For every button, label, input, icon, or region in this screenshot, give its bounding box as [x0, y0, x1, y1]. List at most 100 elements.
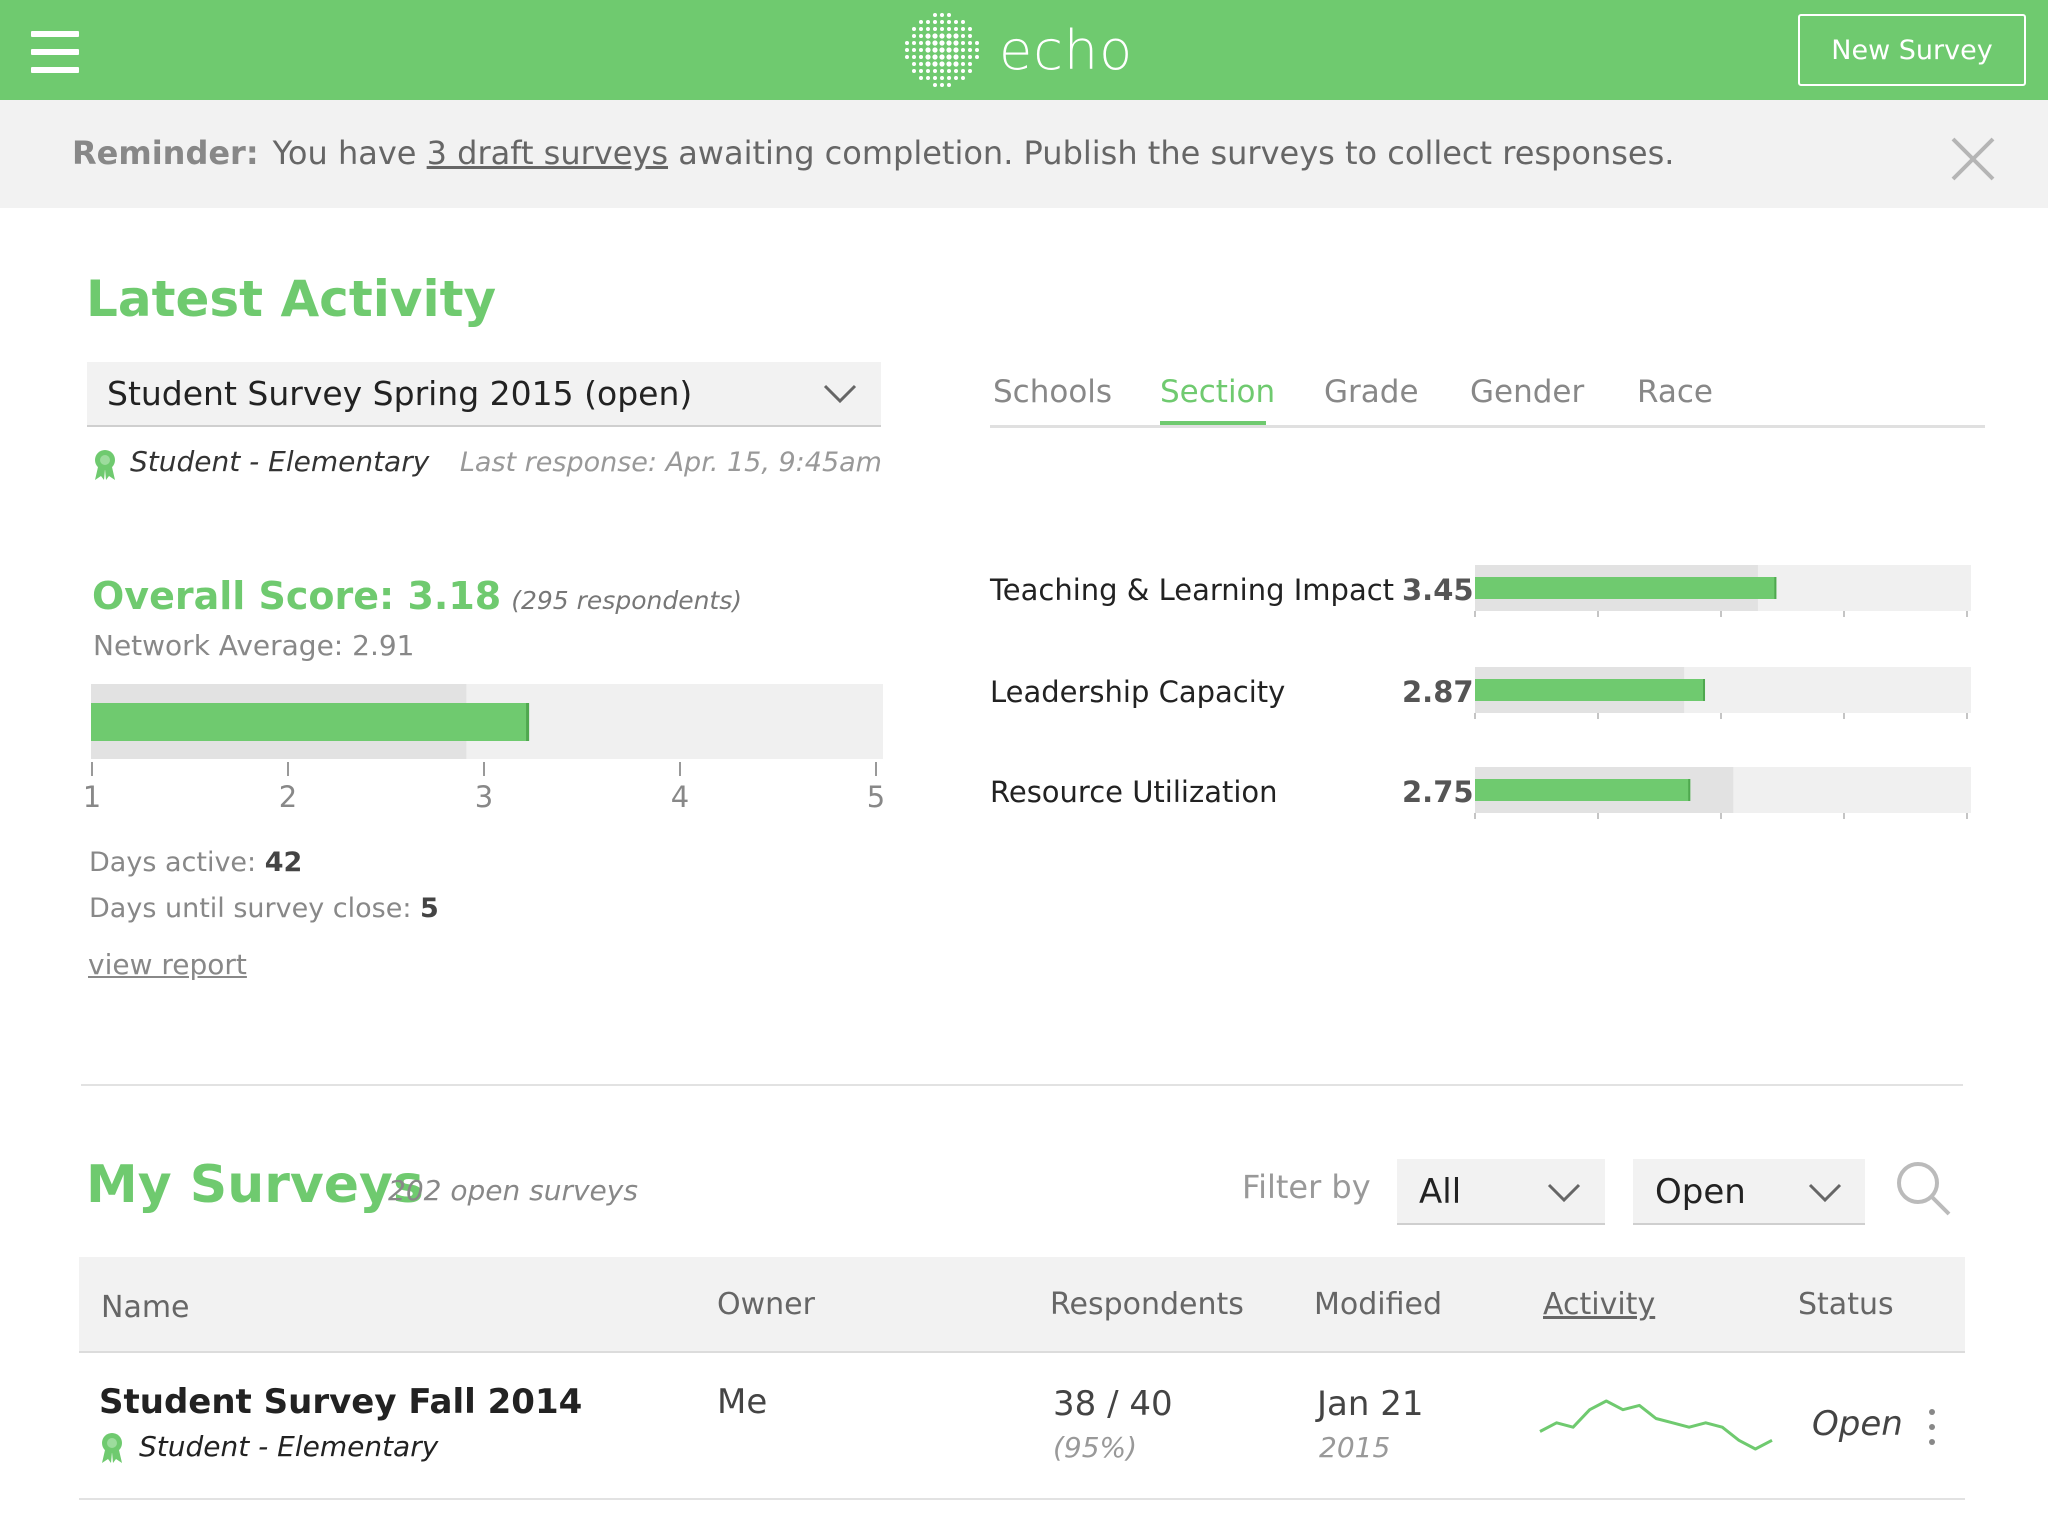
days-active-label: Days active: — [89, 847, 257, 878]
axis-tick-label: 2 — [279, 780, 297, 814]
logo-dot — [940, 69, 944, 73]
logo-dot — [953, 61, 959, 67]
logo-dot — [919, 69, 923, 73]
metric-value: 2.87 — [1402, 675, 1474, 709]
logo-dot — [905, 48, 909, 52]
filter-status-value: Open — [1655, 1172, 1746, 1212]
chevron-down-icon — [823, 384, 857, 404]
menu-icon[interactable] — [31, 31, 79, 73]
logo-dot — [947, 13, 951, 17]
survey-modified: Jan 21 — [1317, 1384, 1424, 1424]
logo-dot — [946, 54, 952, 60]
metric-score-fill — [1475, 679, 1706, 701]
draft-surveys-link[interactable]: 3 draft surveys — [427, 134, 668, 172]
logo-dot — [968, 27, 972, 31]
column-header-modified[interactable]: Modified — [1314, 1287, 1442, 1322]
logo-dot — [961, 55, 965, 59]
logo-dot — [926, 76, 930, 80]
logo-dot — [925, 33, 931, 39]
column-header-status[interactable]: Status — [1798, 1287, 1894, 1322]
logo-dot — [919, 41, 923, 45]
last-response: Last response: Apr. 15, 9:45am — [459, 447, 882, 478]
logo-dot — [912, 27, 916, 31]
logo-dot — [947, 20, 951, 24]
survey-owner: Me — [717, 1382, 768, 1422]
tab-schools[interactable]: Schools — [993, 374, 1112, 410]
reminder-text: Reminder: You have 3 draft surveys awaiti… — [72, 134, 1674, 172]
logo-dot — [925, 47, 931, 53]
metric-label: Leadership Capacity — [990, 675, 1286, 709]
logo-dot — [919, 55, 923, 59]
survey-type: Student - Elementary — [130, 445, 430, 478]
new-survey-button[interactable]: New Survey — [1798, 14, 2026, 86]
table-row[interactable]: Student Survey Fall 2014 Student - Eleme… — [79, 1355, 1965, 1500]
logo-dot — [932, 54, 938, 60]
column-header-activity[interactable]: Activity — [1543, 1287, 1655, 1322]
logo-dot — [961, 27, 965, 31]
reminder-text-after: awaiting completion. Publish the surveys… — [678, 134, 1675, 172]
metric-score-fill — [1475, 779, 1691, 801]
tab-grade[interactable]: Grade — [1324, 374, 1419, 410]
logo-dot — [933, 69, 937, 73]
logo-dot — [932, 33, 938, 39]
filter-type-select[interactable]: All — [1397, 1159, 1605, 1225]
survey-select[interactable]: Student Survey Spring 2015 (open) — [87, 362, 881, 427]
survey-name[interactable]: Student Survey Fall 2014 — [99, 1382, 582, 1422]
logo-dot — [919, 20, 923, 24]
logo-dot — [947, 83, 951, 87]
logo-dot — [933, 20, 937, 24]
tab-section[interactable]: Section — [1160, 374, 1275, 410]
filter-status-select[interactable]: Open — [1633, 1159, 1865, 1225]
tab-race[interactable]: Race — [1637, 374, 1713, 410]
logo-dot — [932, 61, 938, 67]
score-fill — [91, 703, 530, 741]
logo-dot — [940, 76, 944, 80]
logo-dot — [953, 33, 959, 39]
survey-modified-year: 2015 — [1319, 1431, 1391, 1464]
network-average: Network Average: 2.91 — [93, 629, 415, 662]
logo-dot — [933, 76, 937, 80]
axis-tick-label: 4 — [671, 780, 689, 814]
logo-dot — [946, 61, 952, 67]
survey-type: Student - Elementary — [139, 1430, 439, 1463]
search-icon[interactable] — [1895, 1160, 1953, 1218]
days-until-close: Days until survey close: 5 — [89, 893, 439, 924]
logo-dot — [939, 33, 945, 39]
days-active: Days active: 42 — [89, 847, 302, 878]
logo-dot — [946, 47, 952, 53]
open-surveys-count: 202 open surveys — [388, 1174, 638, 1207]
close-icon[interactable] — [1950, 136, 1996, 182]
metric-bar-teaching-learning — [1474, 565, 1971, 617]
column-header-owner[interactable]: Owner — [717, 1287, 815, 1322]
logo-dot — [940, 13, 944, 17]
view-report-link[interactable]: view report — [88, 948, 247, 981]
logo-dot — [932, 47, 938, 53]
logo-dot — [961, 41, 965, 45]
logo-dot — [953, 40, 959, 46]
logo-dot — [912, 69, 916, 73]
logo-dot — [968, 34, 972, 38]
logo-dot — [905, 41, 909, 45]
active-tab-indicator — [1160, 421, 1266, 425]
logo-dot — [940, 20, 944, 24]
tab-gender[interactable]: Gender — [1470, 374, 1584, 410]
logo-dot — [954, 27, 958, 31]
more-options-icon[interactable] — [1922, 1407, 1942, 1447]
logo-dot — [926, 27, 930, 31]
logo-dot — [961, 20, 965, 24]
column-header-respondents[interactable]: Respondents — [1050, 1287, 1244, 1322]
metric-label: Teaching & Learning Impact — [990, 573, 1395, 607]
days-active-value: 42 — [264, 847, 303, 878]
logo-dot — [925, 61, 931, 67]
logo-dot — [919, 76, 923, 80]
survey-select-value: Student Survey Spring 2015 (open) — [107, 374, 693, 413]
logo-dot — [912, 48, 916, 52]
logo-dot — [954, 69, 958, 73]
logo-dot — [919, 48, 923, 52]
logo-dot — [933, 13, 937, 17]
latest-activity-title: Latest Activity — [86, 270, 497, 328]
column-header-name[interactable]: Name — [101, 1290, 190, 1325]
metric-score-fill-edge — [1688, 779, 1691, 801]
logo-dot — [939, 40, 945, 46]
logo-dot — [912, 41, 916, 45]
